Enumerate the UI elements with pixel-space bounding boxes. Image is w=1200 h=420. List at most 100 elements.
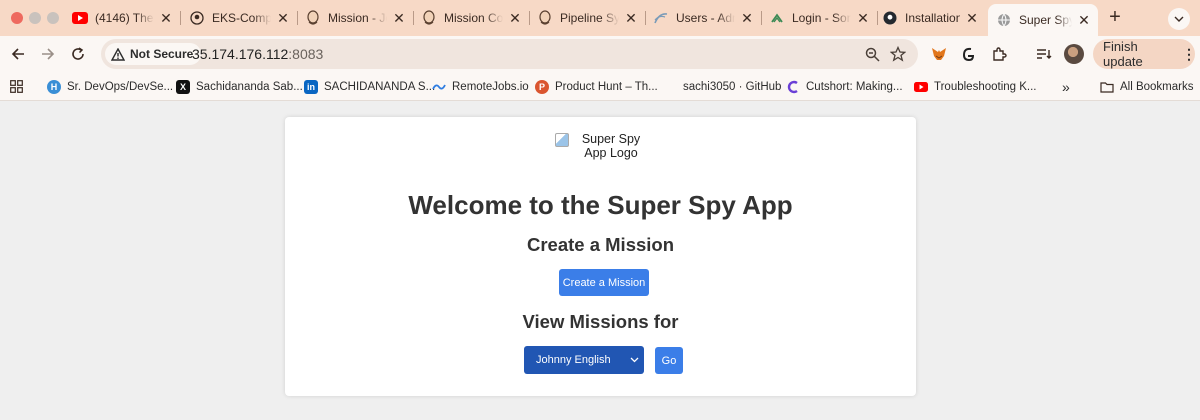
tab-eks[interactable]: EKS-Compl ✕ <box>181 4 298 32</box>
apps-grid-icon <box>10 80 23 93</box>
url-host: 35.174.176.112 <box>192 46 289 62</box>
logo-alt-text: Super Spy App Logo <box>581 132 641 160</box>
tab-youtube[interactable]: (4146) The ✕ <box>64 4 181 32</box>
tab-search-button[interactable] <box>1168 8 1190 30</box>
bookmark-item[interactable]: Troubleshooting K... <box>914 78 1037 95</box>
bookmark-label: sachi3050 · GitHub <box>683 80 782 93</box>
warning-icon <box>111 47 125 61</box>
site-info-button[interactable]: Not Secure <box>105 43 202 65</box>
apps-grid-button[interactable] <box>10 78 23 95</box>
bookmark-item[interactable]: X Sachidananda Sab... <box>176 78 303 95</box>
close-tab-icon[interactable]: ✕ <box>623 10 639 27</box>
tab-login-sonar[interactable]: Login - Son ✕ <box>761 4 878 32</box>
agent-select-value: Johnny English <box>536 354 611 366</box>
reading-list-icon[interactable] <box>1034 44 1054 64</box>
close-tab-icon[interactable]: ✕ <box>964 10 980 27</box>
bookmark-label: SACHIDANANDA S... <box>324 80 436 93</box>
bookmark-item[interactable]: in SACHIDANANDA S... <box>304 78 435 95</box>
sonarqube-icon <box>653 10 669 26</box>
tab-installation[interactable]: Installation ✕ <box>874 4 986 32</box>
youtube-icon <box>914 80 928 94</box>
producthunt-icon: P <box>535 79 549 94</box>
app-logo: Super Spy App Logo <box>555 132 655 160</box>
close-tab-icon[interactable]: ✕ <box>507 10 523 27</box>
tab-pipeline[interactable]: Pipeline Syn ✕ <box>529 4 646 32</box>
linkedin-icon: in <box>304 79 318 94</box>
folder-icon <box>1100 80 1114 94</box>
jenkins-icon <box>421 10 437 26</box>
reload-button[interactable] <box>68 44 88 64</box>
close-tab-icon[interactable]: ✕ <box>739 10 755 27</box>
jenkins-icon <box>537 10 553 26</box>
create-mission-heading: Create a Mission <box>526 234 675 255</box>
create-mission-button[interactable]: Create a Mission <box>559 269 649 296</box>
zoom-icon[interactable] <box>863 45 881 63</box>
bookmark-item[interactable]: Cutshort: Making... <box>786 78 903 95</box>
agent-select[interactable]: Johnny English <box>524 346 644 374</box>
all-bookmarks-button[interactable]: All Bookmarks <box>1100 78 1194 95</box>
close-tab-icon[interactable]: ✕ <box>855 10 871 27</box>
reload-icon <box>72 47 84 60</box>
tab-super-spy[interactable]: Super Spy A ✕ <box>988 4 1098 36</box>
back-button[interactable] <box>8 44 28 64</box>
bookmark-item[interactable]: H Sr. DevOps/DevSe... <box>47 78 173 95</box>
bookmark-label: Sr. DevOps/DevSe... <box>67 80 174 93</box>
go-button[interactable]: Go <box>655 347 683 374</box>
github-icon <box>189 10 205 26</box>
bookmark-item[interactable]: RemoteJobs.io <box>432 78 529 95</box>
tab-mission-jenkins[interactable]: Mission - Je ✕ <box>297 4 414 32</box>
chevron-down-icon <box>1174 16 1184 22</box>
browser-toolbar: Not Secure 35.174.176.112:8083 Finish up… <box>0 36 1200 72</box>
broken-image-icon <box>555 133 569 147</box>
bookmark-item[interactable]: P Product Hunt – Th... <box>535 78 658 95</box>
bookmark-label: Product Hunt – Th... <box>555 80 658 93</box>
arrow-right-icon <box>42 48 55 60</box>
tab-title: Installation <box>905 11 960 25</box>
bookmark-star-icon[interactable] <box>889 45 907 63</box>
close-tab-icon[interactable]: ✕ <box>391 10 407 27</box>
bookmarks-bar: H Sr. DevOps/DevSe... X Sachidananda Sab… <box>0 72 1200 101</box>
tab-title: Login - Son <box>792 11 851 25</box>
new-tab-button[interactable]: + <box>1105 7 1125 28</box>
puzzle-piece-icon[interactable] <box>989 44 1009 64</box>
globe-icon <box>996 12 1012 28</box>
address-bar[interactable]: Not Secure 35.174.176.112:8083 <box>101 39 918 69</box>
close-window-button[interactable] <box>11 12 23 24</box>
tab-mission-con[interactable]: Mission Con ✕ <box>413 4 530 32</box>
maximize-window-button[interactable] <box>47 12 59 24</box>
remotejobs-icon <box>432 80 446 94</box>
metamask-icon[interactable] <box>929 44 949 64</box>
tab-title: (4146) The <box>95 11 154 25</box>
extension-g-icon[interactable] <box>958 44 978 64</box>
x-icon: X <box>176 79 190 94</box>
sonarqube-icon <box>769 10 785 26</box>
youtube-icon <box>72 10 88 26</box>
finish-update-button[interactable]: Finish update ⋮ <box>1093 39 1196 69</box>
close-tab-icon[interactable]: ✕ <box>275 10 291 27</box>
chevron-down-icon <box>628 354 640 366</box>
tab-title: Pipeline Syn <box>560 11 619 25</box>
tab-title: Super Spy A <box>1019 13 1072 27</box>
bookmark-item[interactable]: sachi3050 · GitHub <box>663 78 781 95</box>
tab-strip: (4146) The ✕ EKS-Compl ✕ Mission - Je ✕ … <box>0 0 1200 36</box>
arrow-left-icon <box>11 48 24 60</box>
profile-avatar[interactable] <box>1064 44 1084 64</box>
url-text[interactable]: 35.174.176.112:8083 <box>192 46 323 62</box>
bookmarks-overflow-button[interactable]: » <box>1062 78 1070 95</box>
bookmark-label: Troubleshooting K... <box>934 80 1037 93</box>
security-label: Not Secure <box>130 47 194 61</box>
bookmark-label: RemoteJobs.io <box>452 80 529 93</box>
bookmark-label: Sachidananda Sab... <box>196 80 303 93</box>
forward-button[interactable] <box>38 44 58 64</box>
minimize-window-button[interactable] <box>29 12 41 24</box>
close-tab-icon[interactable]: ✕ <box>1076 12 1092 29</box>
all-bookmarks-label: All Bookmarks <box>1120 80 1194 93</box>
github-icon <box>663 80 677 94</box>
github-icon <box>882 10 898 26</box>
tab-title: EKS-Compl <box>212 11 271 25</box>
finish-update-label: Finish update <box>1103 39 1143 69</box>
tab-users-admin[interactable]: Users - Adm ✕ <box>645 4 762 32</box>
view-missions-heading: View Missions for <box>522 311 679 332</box>
close-tab-icon[interactable]: ✕ <box>158 10 174 27</box>
tab-title: Mission - Je <box>328 11 387 25</box>
